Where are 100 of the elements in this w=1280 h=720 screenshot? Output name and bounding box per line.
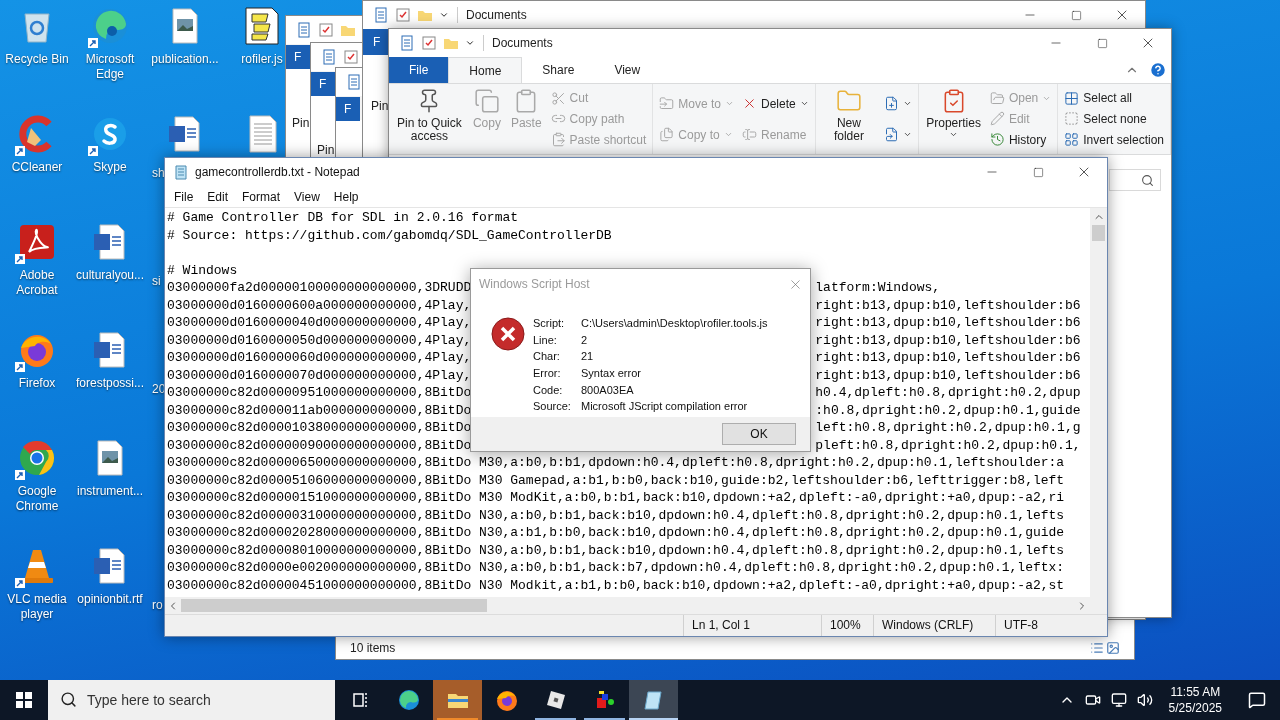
camera-icon[interactable] <box>1084 692 1101 708</box>
ribbon-tab[interactable]: File <box>389 57 449 83</box>
text-line: latform:Windows, <box>815 279 941 297</box>
clock-date[interactable]: 5/25/2025 <box>1168 700 1222 716</box>
field-label: Line: <box>533 333 558 348</box>
maximize-icon <box>1070 9 1082 21</box>
desktop-icon-label[interactable]: Skype <box>93 160 127 175</box>
clock-time[interactable]: 11:55 AM <box>1170 684 1221 700</box>
large-icons-view-icon[interactable] <box>1106 641 1120 655</box>
browser-icon <box>396 688 421 712</box>
volume-icon[interactable] <box>1136 692 1153 708</box>
menu-item[interactable]: Help <box>326 187 366 206</box>
desktop-icon-label[interactable]: Adobe Acrobat <box>0 268 74 298</box>
ok-button[interactable]: OK <box>722 423 796 445</box>
desktop-icon-label[interactable]: VLC media player <box>0 592 74 622</box>
ribbon-tab[interactable]: Home <box>448 57 523 83</box>
desktop-icon-label[interactable]: culturalyou... <box>75 268 144 283</box>
ribbon-button[interactable]: Select none <box>1062 111 1166 127</box>
ribbon-label[interactable]: Pin <box>371 97 389 115</box>
vertical-scrollbar[interactable] <box>1090 208 1107 597</box>
file-tab[interactable]: F <box>336 97 360 121</box>
grid-icon <box>1064 90 1080 106</box>
properties-icon[interactable] <box>296 22 312 38</box>
caret-icon <box>799 99 809 108</box>
window-title: Documents <box>492 35 554 52</box>
browser-icon <box>90 6 130 46</box>
menu-item[interactable]: File <box>167 187 201 206</box>
desktop-icon-label[interactable]: instrument... <box>77 484 143 499</box>
ribbon-tab[interactable]: Share <box>522 57 595 83</box>
ribbon-tab[interactable]: View <box>594 57 661 83</box>
field-value: 800A03EA <box>581 383 635 398</box>
ribbon-label[interactable]: Pin <box>317 141 335 159</box>
desktop-icon-label[interactable]: Google Chrome <box>0 484 74 514</box>
taskbar-button[interactable] <box>629 680 678 720</box>
search-field[interactable]: Type here to search <box>48 680 335 720</box>
desktop-icon-label[interactable]: Firefox <box>18 376 56 391</box>
properties-icon[interactable] <box>399 35 415 51</box>
text-cursor-icon <box>742 127 757 142</box>
desktop-icon-label[interactable]: rofiler.js <box>241 52 283 67</box>
menu-item[interactable]: View <box>287 187 327 206</box>
horizontal-scrollbar[interactable] <box>165 597 1107 614</box>
text-line: # Windows <box>167 261 238 279</box>
desktop-icon-label[interactable]: sh <box>152 166 165 181</box>
status-text: 10 items <box>350 640 396 657</box>
checklist-icon[interactable] <box>421 35 437 51</box>
scrollbar-thumb[interactable] <box>181 599 487 612</box>
text-line: right:b13,dpup:b10,leftshoulder:b6 <box>815 366 1081 384</box>
desktop-icon-label[interactable]: CCleaner <box>11 160 63 175</box>
desktop-icon-label[interactable]: forestpossi... <box>76 376 144 391</box>
network-icon[interactable] <box>1110 692 1127 708</box>
field-label: Code: <box>533 383 564 398</box>
menu-item[interactable]: Edit <box>200 187 236 206</box>
search-icon <box>1141 173 1154 187</box>
desktop-icon-label[interactable]: Recycle Bin <box>5 52 69 67</box>
ribbon-button[interactable]: Pin to Quick access <box>393 84 466 143</box>
desktop-icon-label[interactable]: si <box>152 274 161 289</box>
text-line: right:b13,dpup:b10,leftshoulder:b6 <box>815 349 1081 367</box>
desktop-icon-label[interactable]: Microsoft Edge <box>73 52 147 82</box>
text-line: 03000000c82d00000650000000000000,8BitDo M30,a:b0,b:b1,dpdown:h0.4,dpleft:h0.8,dpright:h0.2,dpup:h0.1,leftshoulder:a <box>167 454 1065 472</box>
folder-open-icon <box>989 90 1005 106</box>
desktop-icon-label[interactable]: 20 <box>152 382 166 397</box>
browser-icon <box>17 438 57 478</box>
checklist-icon[interactable] <box>343 49 359 65</box>
ribbon-button[interactable]: Properties <box>923 84 984 139</box>
file-tab[interactable]: F <box>363 29 388 55</box>
ribbon-button[interactable]: Invert selection <box>1062 131 1166 148</box>
ribbon-button[interactable]: Delete <box>740 95 811 112</box>
details-view-icon[interactable] <box>1090 641 1104 655</box>
scrollbar-thumb[interactable] <box>1092 225 1105 241</box>
caret-icon <box>903 130 913 139</box>
file-tab[interactable]: F <box>311 72 335 96</box>
help-icon[interactable] <box>1149 61 1167 79</box>
ribbon-button[interactable]: History <box>987 131 1054 148</box>
window-title: gamecontrollerdb.txt - Notepad <box>195 164 361 181</box>
properties-icon[interactable] <box>373 7 389 23</box>
ribbon-label[interactable]: Pin <box>292 114 310 132</box>
text-line: right:b13,dpup:b10,leftshoulder:b6 <box>815 331 1081 349</box>
desktop-icon-label[interactable]: publication... <box>151 52 219 67</box>
file-tab[interactable]: F <box>286 45 310 69</box>
search-field[interactable] <box>1109 169 1161 191</box>
menu-item[interactable]: Format <box>235 187 288 206</box>
notifications-icon[interactable] <box>1248 691 1266 709</box>
checklist-icon[interactable] <box>395 7 411 23</box>
scissors-icon <box>550 90 566 106</box>
properties-icon[interactable] <box>321 49 337 65</box>
ribbon-button[interactable]: Select all <box>1062 90 1166 107</box>
properties-icon[interactable] <box>346 74 362 90</box>
caret-icon[interactable] <box>439 10 449 20</box>
caret-icon[interactable] <box>465 38 475 48</box>
desktop-icon-label[interactable]: ro <box>152 598 163 613</box>
checklist-icon[interactable] <box>318 22 334 38</box>
text-line: 03000000c82d00000151000000000000,8BitDo M30 ModKit,a:b0,b:b1,back:b10,dpdown:+a2,dpleft:-a0,dpright:+a0,dpup:-a2,ri <box>167 489 1065 507</box>
error-icon <box>491 317 525 351</box>
field-label: Char: <box>533 350 561 365</box>
dashed-square-icon <box>1064 111 1080 127</box>
desktop-icon-label[interactable]: opinionbit.rtf <box>77 592 143 607</box>
maximize-icon <box>1032 166 1044 178</box>
text-line: 03000000fa2d00000100000000000000,3DRUDD <box>167 279 472 297</box>
caret-icon <box>725 99 734 108</box>
ribbon-button[interactable]: New folder <box>819 84 879 143</box>
